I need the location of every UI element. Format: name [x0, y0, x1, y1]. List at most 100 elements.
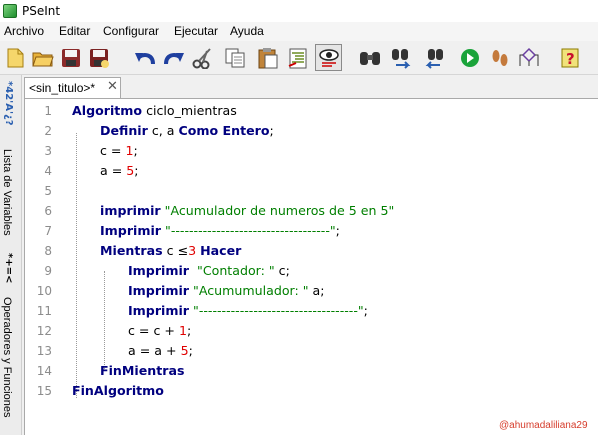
code-token: Como Entero	[178, 123, 270, 138]
code-token: ;	[363, 303, 368, 318]
code-token: ;	[188, 343, 193, 358]
open-folder-icon[interactable]	[29, 44, 56, 71]
code-token: Algoritmo	[72, 103, 143, 118]
code-token: Imprimir	[128, 283, 190, 298]
copy-icon[interactable]	[221, 44, 248, 71]
code-line: c = c + 1;	[128, 323, 191, 338]
indent-guide	[76, 133, 77, 398]
code-line: a = 5;	[100, 163, 139, 178]
line-number: 5	[44, 184, 52, 198]
toolbar: ?	[0, 41, 598, 75]
code-line: imprimir "Acumulador de numeros de 5 en …	[100, 203, 394, 218]
code-token: Mientras	[100, 243, 163, 258]
line-number: 8	[44, 244, 52, 258]
preview-icon[interactable]	[315, 44, 342, 71]
window-title: PSeInt	[22, 4, 61, 18]
code-editor[interactable]: 1 Algoritmo ciclo_mientras 2 Definir c, a C…	[24, 98, 598, 435]
line-number: 13	[36, 344, 52, 358]
code-token: "Acumumulador: "	[193, 283, 309, 298]
variables-icon[interactable]: *42'A'¿?	[3, 81, 14, 126]
operators-panel-label[interactable]: Operadores y Funciones	[1, 297, 13, 417]
undo-icon[interactable]	[131, 44, 158, 71]
code-line: Imprimir "Contador: " c;	[128, 263, 290, 278]
line-number: 6	[44, 204, 52, 218]
code-token: c;	[274, 263, 290, 278]
code-token: FinMientras	[100, 363, 185, 378]
code-token: Hacer	[200, 243, 242, 258]
code-token: FinAlgoritmo	[72, 383, 164, 398]
new-file-icon[interactable]	[1, 44, 28, 71]
menu-ayuda[interactable]: Ayuda	[230, 24, 264, 38]
code-token: c = c +	[128, 323, 179, 338]
code-line: c = 1;	[100, 143, 138, 158]
code-token: ;	[335, 223, 340, 238]
line-number: 12	[36, 324, 52, 338]
variables-panel-label[interactable]: Lista de Variables	[1, 149, 13, 236]
code-token: ;	[134, 163, 139, 178]
code-line: Mientras c ≤3 Hacer	[100, 243, 241, 258]
code-token: 1	[178, 323, 187, 338]
code-token: c =	[100, 143, 126, 158]
menu-bar: Archivo Editar Configurar Ejecutar Ayuda	[0, 22, 598, 41]
save-as-icon[interactable]	[85, 44, 112, 71]
code-token: ;	[269, 123, 274, 138]
operators-icon[interactable]: *+=<	[3, 253, 14, 283]
paste-icon[interactable]	[254, 44, 281, 71]
code-token: "-----------------------------------"	[193, 303, 364, 318]
code-line: Imprimir "Acumumulador: " a;	[128, 283, 325, 298]
line-number: 1	[44, 104, 52, 118]
menu-configurar[interactable]: Configurar	[103, 24, 159, 38]
code-token: 1	[125, 143, 134, 158]
code-token: "Contador: "	[197, 263, 275, 278]
code-token: a = a +	[128, 343, 181, 358]
redo-icon[interactable]	[160, 44, 187, 71]
line-number: 3	[44, 144, 52, 158]
code-token: "Acumulador de numeros de 5 en 5"	[164, 203, 395, 218]
code-token: Imprimir	[128, 263, 190, 278]
replace-icon[interactable]	[420, 44, 447, 71]
line-number: 2	[44, 124, 52, 138]
run-icon[interactable]	[456, 44, 483, 71]
code-line: Algoritmo ciclo_mientras	[72, 103, 237, 118]
app-logo-icon	[3, 4, 17, 18]
menu-editar[interactable]: Editar	[59, 24, 90, 38]
code-token: c ≤	[162, 243, 189, 258]
line-number: 7	[44, 224, 52, 238]
line-number: 11	[36, 304, 52, 318]
find-replace-icon[interactable]	[388, 44, 415, 71]
code-line: Imprimir "------------------------------…	[128, 303, 368, 318]
help-icon[interactable]: ?	[556, 44, 583, 71]
menu-archivo[interactable]: Archivo	[4, 24, 44, 38]
code-token: Imprimir	[100, 223, 162, 238]
code-token: ;	[186, 323, 192, 338]
cut-icon[interactable]	[189, 44, 216, 71]
line-number: 14	[36, 364, 52, 378]
code-line: FinMientras	[100, 363, 184, 378]
tab-label: <sin_titulo>*	[29, 81, 96, 95]
indent-guide-inner	[104, 271, 105, 371]
tab-strip: <sin_titulo>* ✕	[22, 75, 598, 98]
code-token: c, a	[147, 123, 179, 138]
code-line: FinAlgoritmo	[72, 383, 164, 398]
svg-text:?: ?	[566, 50, 575, 68]
code-token: a;	[308, 283, 325, 298]
code-token: ciclo_mientras	[142, 103, 237, 118]
menu-ejecutar[interactable]: Ejecutar	[174, 24, 218, 38]
tab-sin-titulo[interactable]: <sin_titulo>* ✕	[24, 77, 121, 98]
code-line: Imprimir "------------------------------…	[100, 223, 340, 238]
find-icon[interactable]	[356, 44, 383, 71]
code-token: "-----------------------------------"	[165, 223, 336, 238]
line-number: 10	[36, 284, 52, 298]
close-icon[interactable]: ✕	[107, 79, 118, 94]
watermark: @ahumadaliliana29	[499, 420, 588, 431]
code-line: Definir c, a Como Entero;	[100, 123, 274, 138]
title-bar: PSeInt	[0, 0, 598, 22]
line-number: 9	[44, 264, 52, 278]
code-token: imprimir	[100, 203, 161, 218]
indent-icon[interactable]	[284, 44, 311, 71]
line-number: 15	[36, 384, 52, 398]
flowchart-icon[interactable]	[515, 44, 542, 71]
step-icon[interactable]	[486, 44, 513, 71]
save-icon[interactable]	[57, 44, 84, 71]
